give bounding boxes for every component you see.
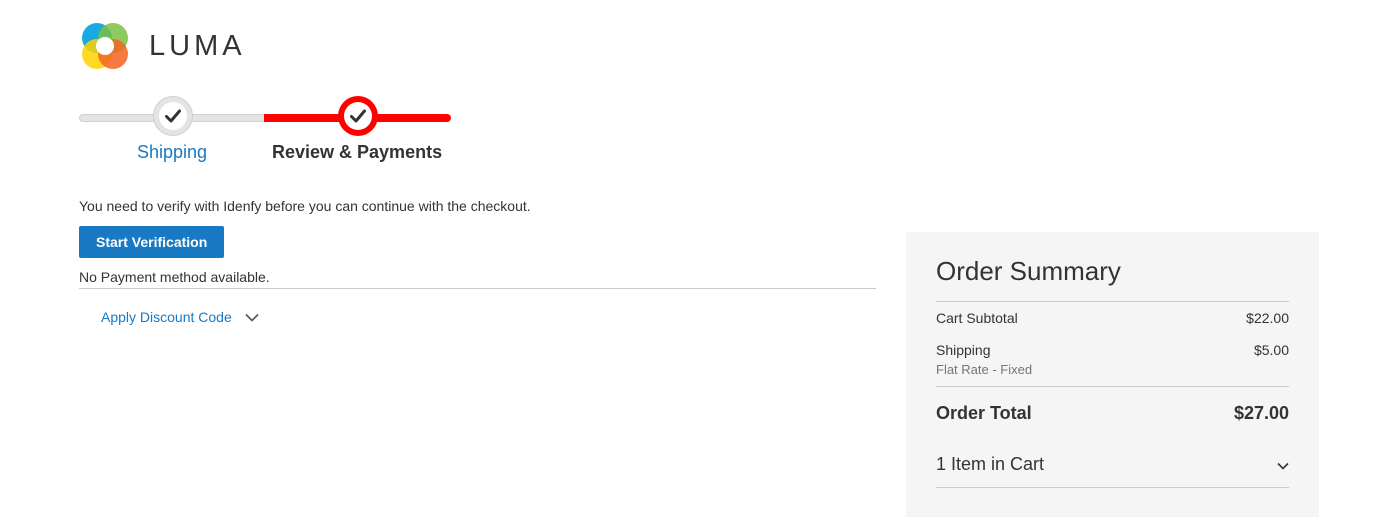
logo-text: LUMA	[149, 29, 246, 62]
payment-divider	[79, 288, 876, 289]
chevron-down-icon	[1277, 454, 1289, 475]
items-in-cart-toggle[interactable]: 1 Item in Cart	[936, 454, 1289, 475]
shipping-row: Shipping $5.00	[936, 342, 1289, 358]
apply-discount-toggle[interactable]: Apply Discount Code	[101, 309, 259, 325]
step-shipping-marker[interactable]	[153, 96, 193, 136]
start-verification-button[interactable]: Start Verification	[79, 226, 225, 258]
summary-divider	[936, 487, 1289, 488]
items-in-cart-label: 1 Item in Cart	[936, 454, 1045, 474]
apply-discount-label: Apply Discount Code	[101, 309, 232, 325]
cart-subtotal-value: $22.00	[1246, 310, 1289, 326]
no-payment-message: No Payment method available.	[79, 269, 270, 285]
step-review-label: Review & Payments	[272, 142, 443, 162]
luma-logo[interactable]: LUMA	[79, 20, 246, 72]
checkmark-icon	[350, 109, 366, 123]
order-summary-panel: Order Summary Cart Subtotal $22.00 Shipp…	[906, 232, 1319, 517]
step-review-marker	[338, 96, 378, 136]
checkmark-icon	[165, 109, 181, 123]
shipping-label: Shipping	[936, 342, 991, 358]
checkout-progress-bar: Shipping Review & Payments	[79, 96, 451, 166]
order-total-label: Order Total	[936, 403, 1032, 423]
verification-message: You need to verify with Idenfy before yo…	[79, 198, 531, 214]
summary-divider	[936, 386, 1289, 387]
step-shipping-link[interactable]: Shipping	[137, 142, 207, 163]
order-summary-title: Order Summary	[936, 256, 1121, 286]
cart-subtotal-row: Cart Subtotal $22.00	[936, 310, 1289, 326]
chevron-down-icon	[245, 309, 259, 325]
shipping-value: $5.00	[1253, 342, 1289, 358]
summary-divider	[936, 301, 1289, 302]
shipping-method: Flat Rate - Fixed	[936, 362, 1033, 377]
order-total-value: $27.00	[1233, 403, 1289, 423]
luma-logo-icon	[82, 23, 128, 69]
order-total-row: Order Total $27.00	[936, 403, 1289, 424]
cart-subtotal-label: Cart Subtotal	[936, 310, 1018, 326]
